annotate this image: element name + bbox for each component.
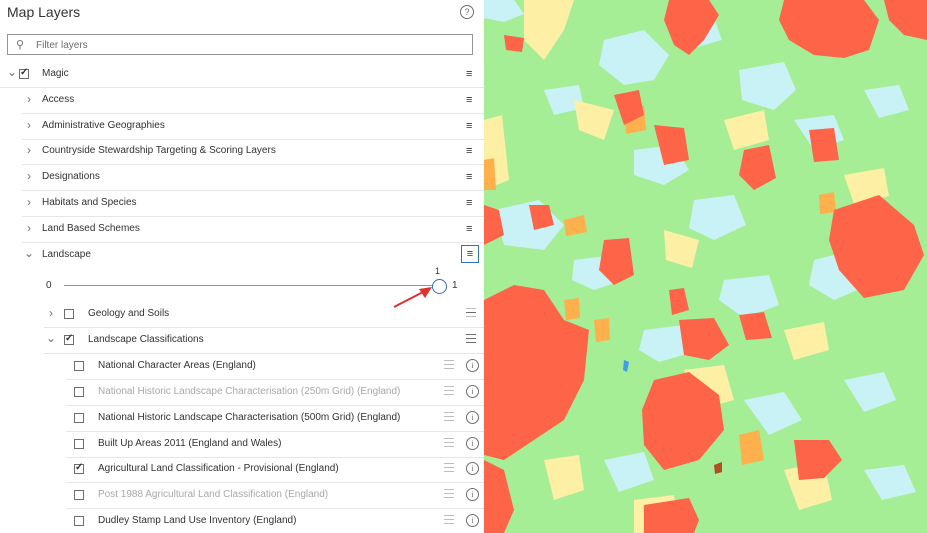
- chevron-down-icon[interactable]: ⌄: [7, 65, 17, 79]
- info-icon[interactable]: i: [466, 358, 479, 372]
- layer-label: Dudley Stamp Land Use Inventory (England…: [98, 515, 297, 527]
- slider-track[interactable]: [64, 285, 433, 286]
- layer-row-built-up-areas-2011-england-and-wales[interactable]: Built Up Areas 2011 (England and Wales) i: [0, 432, 484, 458]
- layer-row-designations[interactable]: › Designations ≡: [0, 165, 484, 192]
- layer-row-habitats-and-species[interactable]: › Habitats and Species ≡: [0, 191, 484, 217]
- layer-row-countryside-stewardship-targeting-and-scoring-layers[interactable]: › Countryside Stewardship Targeting & Sco…: [0, 139, 484, 166]
- slider-thumb[interactable]: [432, 279, 447, 294]
- slider-max-label: 1: [452, 280, 458, 291]
- info-icon[interactable]: i: [466, 462, 479, 476]
- chevron-right-icon[interactable]: ›: [24, 221, 34, 235]
- layer-checkbox[interactable]: [74, 490, 84, 501]
- panel-header: Map Layers ?: [0, 0, 484, 28]
- layer-checkbox[interactable]: [64, 333, 74, 345]
- sliders-icon[interactable]: ≡: [466, 171, 472, 183]
- layer-checkbox[interactable]: [74, 516, 84, 527]
- layer-row-geology-and-soils[interactable]: › Geology and Soils: [0, 302, 484, 328]
- layer-row-dudley-stamp-land-use-inventory-england[interactable]: Dudley Stamp Land Use Inventory (England…: [0, 509, 484, 533]
- list-icon[interactable]: [444, 411, 454, 421]
- layer-row-agricultural-land-classification-provisional-england[interactable]: Agricultural Land Classification - Provi…: [0, 457, 484, 484]
- search-icon: ⚲: [16, 39, 25, 51]
- filter-layers-input[interactable]: [34, 37, 458, 54]
- list-icon[interactable]: [444, 437, 454, 447]
- layer-label: Landscape Classifications: [88, 333, 204, 345]
- filter-layers-box[interactable]: ⚲: [7, 34, 473, 55]
- sliders-icon[interactable]: ≡: [461, 244, 479, 263]
- layer-checkbox[interactable]: [19, 67, 29, 79]
- layer-label: National Character Areas (England): [98, 359, 256, 371]
- slider-min-label: 0: [46, 280, 52, 291]
- layer-label: Countryside Stewardship Targeting & Scor…: [42, 145, 276, 157]
- info-icon[interactable]: i: [466, 384, 479, 398]
- list-icon[interactable]: [466, 333, 476, 343]
- layer-label: Agricultural Land Classification - Provi…: [98, 463, 339, 475]
- help-icon[interactable]: ?: [460, 5, 474, 19]
- layer-checkbox[interactable]: [74, 438, 84, 449]
- list-icon[interactable]: [444, 463, 454, 473]
- sliders-icon[interactable]: ≡: [466, 197, 472, 209]
- sliders-icon[interactable]: ≡: [466, 68, 472, 80]
- layer-label: Designations: [42, 171, 100, 183]
- list-icon[interactable]: [444, 385, 454, 395]
- layer-checkbox[interactable]: [64, 309, 74, 319]
- chevron-right-icon[interactable]: ›: [46, 306, 56, 320]
- layer-label: Access: [42, 93, 75, 105]
- slider-value-label: 1: [435, 266, 441, 276]
- info-icon[interactable]: i: [466, 436, 479, 450]
- info-icon[interactable]: i: [466, 488, 479, 502]
- layer-checkbox[interactable]: [74, 412, 84, 423]
- chevron-right-icon[interactable]: ›: [24, 143, 34, 157]
- layer-row-administrative-geographies[interactable]: › Administrative Geographies ≡: [0, 114, 484, 140]
- chevron-right-icon[interactable]: ›: [24, 118, 34, 132]
- list-icon[interactable]: [444, 489, 454, 499]
- chevron-down-icon[interactable]: ⌄: [24, 246, 34, 260]
- layer-row-landscape-classifications[interactable]: ⌄ Landscape Classifications: [0, 328, 484, 354]
- layer-label: Administrative Geographies: [42, 119, 165, 131]
- layer-label: Magic: [42, 68, 69, 79]
- layer-label: Geology and Soils: [88, 308, 170, 319]
- layer-row-post-1988-agricultural-land-classification-england[interactable]: Post 1988 Agricultural Land Classificati…: [0, 483, 484, 510]
- layer-checkbox[interactable]: [74, 462, 84, 475]
- layer-label: Land Based Schemes: [42, 222, 140, 234]
- chevron-down-icon[interactable]: ⌄: [46, 331, 56, 345]
- map-layers-panel: Map Layers ? ⚲ ⌄ Magic ≡ › Access ≡ › Administr…: [0, 0, 484, 533]
- layer-label: Built Up Areas 2011 (England and Wales): [98, 437, 282, 449]
- layer-checkbox[interactable]: [74, 360, 84, 371]
- chevron-right-icon[interactable]: ›: [24, 169, 34, 183]
- layer-label: Post 1988 Agricultural Land Classificati…: [98, 489, 329, 501]
- map-view[interactable]: [484, 0, 927, 533]
- sliders-icon[interactable]: ≡: [466, 223, 472, 235]
- info-icon[interactable]: i: [466, 514, 479, 528]
- layer-row-magic[interactable]: ⌄ Magic ≡: [0, 62, 484, 88]
- sliders-icon[interactable]: ≡: [466, 145, 472, 157]
- layer-label: Habitats and Species: [42, 197, 137, 208]
- list-icon[interactable]: [444, 359, 454, 369]
- info-icon[interactable]: i: [466, 410, 479, 424]
- landscape-opacity-slider[interactable]: 0 1 1: [0, 265, 484, 303]
- chevron-right-icon[interactable]: ›: [24, 92, 34, 106]
- layer-row-national-historic-landscape-characterisation-500m-grid-england[interactable]: National Historic Landscape Characterisa…: [0, 406, 484, 432]
- map-canvas[interactable]: [484, 0, 927, 533]
- layer-checkbox[interactable]: [74, 386, 84, 397]
- layer-label: National Historic Landscape Characterisa…: [98, 385, 401, 397]
- list-icon[interactable]: [444, 515, 454, 525]
- layer-row-land-based-schemes[interactable]: › Land Based Schemes ≡: [0, 217, 484, 243]
- layer-row-national-historic-landscape-characterisation-250m-grid-england[interactable]: National Historic Landscape Characterisa…: [0, 380, 484, 406]
- sliders-icon[interactable]: ≡: [466, 94, 472, 106]
- list-icon[interactable]: [466, 308, 476, 317]
- panel-title: Map Layers: [7, 4, 81, 20]
- layer-label: Landscape: [42, 248, 91, 260]
- layer-row-access[interactable]: › Access ≡: [0, 88, 484, 114]
- chevron-right-icon[interactable]: ›: [24, 195, 34, 209]
- sliders-icon[interactable]: ≡: [466, 120, 472, 132]
- layer-label: National Historic Landscape Characterisa…: [98, 411, 401, 423]
- layer-row-national-character-areas-england[interactable]: National Character Areas (England) i: [0, 354, 484, 380]
